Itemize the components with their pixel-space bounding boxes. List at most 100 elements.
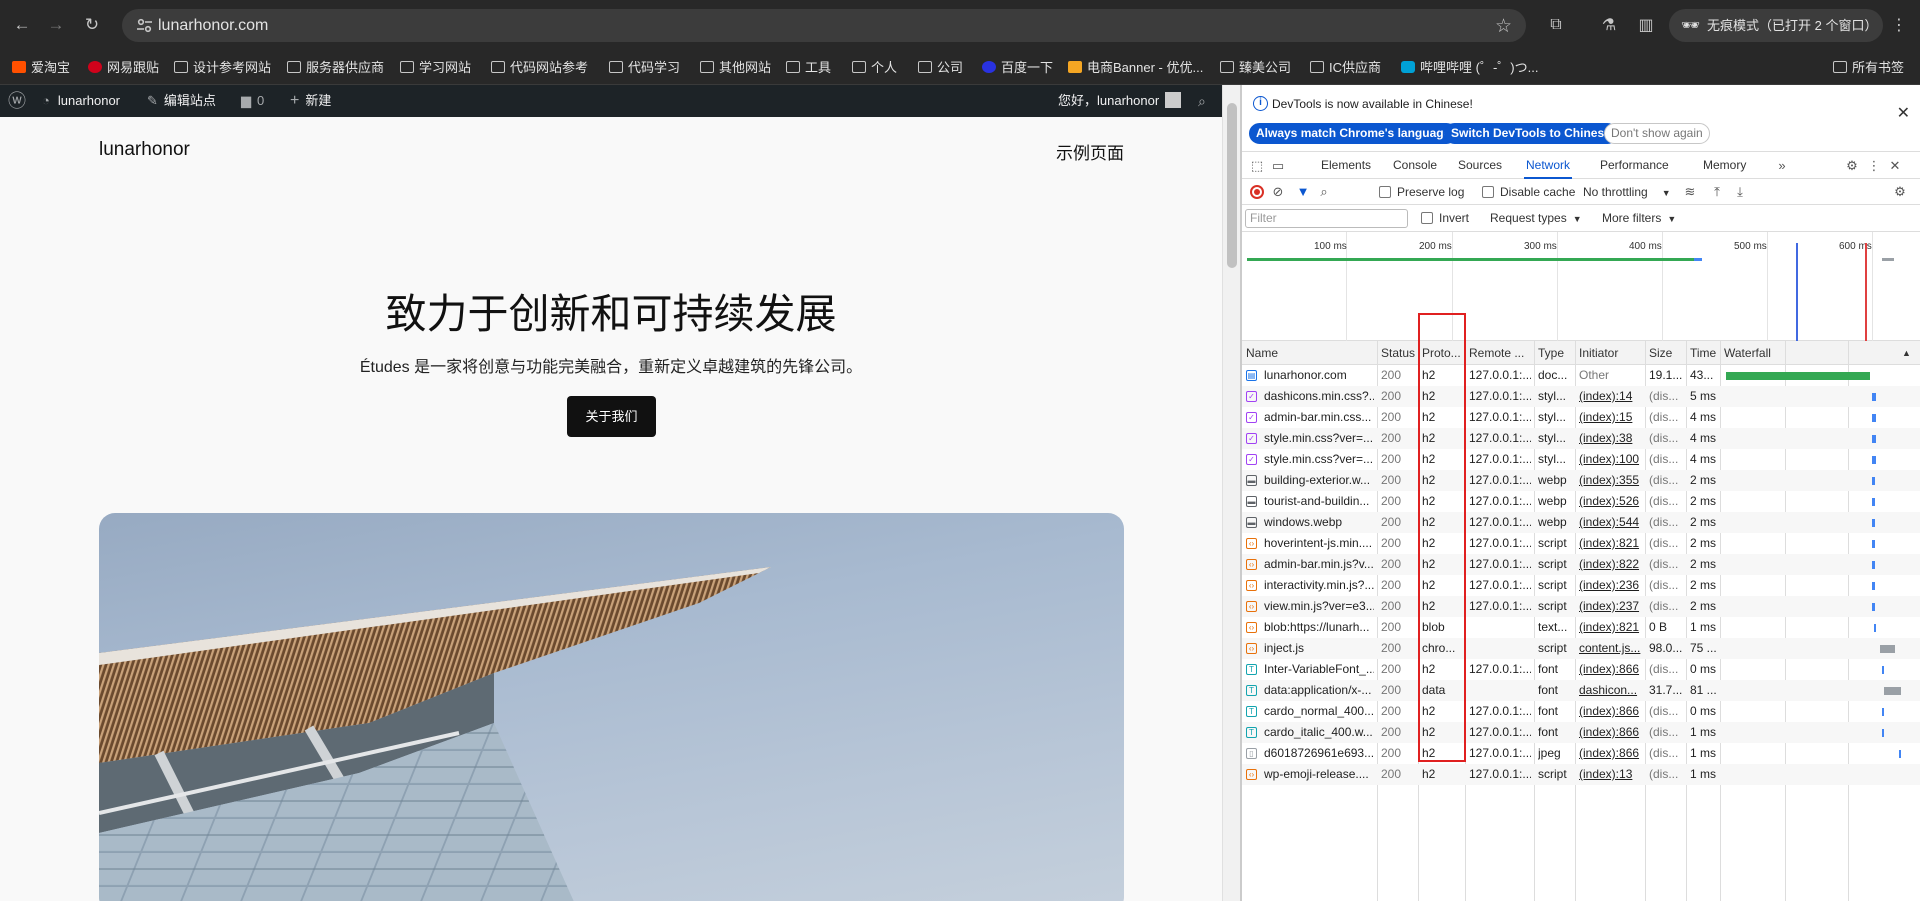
- bookmark-item[interactable]: 网易跟贴: [88, 50, 159, 85]
- request-initiator[interactable]: (index):236: [1579, 575, 1643, 596]
- address-bar[interactable]: lunarhonor.com ☆: [122, 9, 1526, 42]
- search-icon[interactable]: ⌕: [1316, 184, 1332, 200]
- table-row[interactable]: ‹› view.min.js?ver=e3... 200 h2 127.0.0.1:..…: [1242, 596, 1920, 617]
- record-icon[interactable]: [1250, 185, 1264, 199]
- network-settings-icon[interactable]: ⚙: [1892, 184, 1908, 200]
- bookmark-folder[interactable]: 工具: [786, 50, 831, 85]
- request-initiator[interactable]: (index):526: [1579, 491, 1643, 512]
- table-row[interactable]: Tcardo_normal_400.... 200 h2 127.0.0.1:... f…: [1242, 701, 1920, 722]
- browser-menu-icon[interactable]: ⋮: [1888, 14, 1910, 36]
- scrollbar-thumb[interactable]: [1227, 103, 1237, 268]
- invert-checkbox[interactable]: [1421, 212, 1433, 224]
- all-bookmarks[interactable]: 所有书签: [1833, 50, 1904, 85]
- table-row[interactable]: ‹› wp-emoji-release.... 200 h2 127.0.0.1:...…: [1242, 764, 1920, 785]
- request-initiator[interactable]: (index):544: [1579, 512, 1643, 533]
- column-header-status[interactable]: Status: [1381, 341, 1421, 365]
- import-har-icon[interactable]: ⤒: [1709, 184, 1725, 200]
- table-row[interactable]: ‹› admin-bar.min.js?v... 200 h2 127.0.0.1:..…: [1242, 554, 1920, 575]
- request-initiator[interactable]: (index):237: [1579, 596, 1643, 617]
- tab-memory[interactable]: Memory: [1703, 152, 1746, 179]
- column-header-waterfall[interactable]: Waterfall: [1724, 341, 1874, 365]
- request-initiator[interactable]: (index):14: [1579, 386, 1643, 407]
- table-row[interactable]: ▤ lunarhonor.com 200 h2 127.0.0.1:... doc... O…: [1242, 365, 1920, 386]
- bookmark-star-icon[interactable]: ☆: [1495, 15, 1512, 38]
- wordpress-logo-icon[interactable]: ⓦ: [8, 85, 26, 117]
- table-row[interactable]: ✓ style.min.css?ver=... 200 h2 127.0.0.1:...…: [1242, 449, 1920, 470]
- disable-cache-checkbox[interactable]: [1482, 186, 1494, 198]
- settings-icon[interactable]: ⚙: [1844, 158, 1860, 174]
- table-row[interactable]: ‹› hoverintent-js.min.... 200 h2 127.0.0.1:.…: [1242, 533, 1920, 554]
- wp-comments[interactable]: ▆ 0: [241, 85, 264, 117]
- throttling-select[interactable]: No throttling ▼: [1583, 179, 1671, 205]
- request-initiator[interactable]: (index):821: [1579, 533, 1643, 554]
- tab-performance[interactable]: Performance: [1600, 152, 1669, 179]
- request-initiator[interactable]: (index):13: [1579, 764, 1643, 785]
- network-conditions-icon[interactable]: ≋: [1682, 184, 1698, 200]
- request-initiator[interactable]: (index):821: [1579, 617, 1643, 638]
- more-tabs-icon[interactable]: »: [1774, 158, 1790, 174]
- request-initiator[interactable]: dashicon...: [1579, 680, 1643, 701]
- switch-chinese-button[interactable]: Switch DevTools to Chinese: [1444, 123, 1618, 144]
- table-row[interactable]: T Inter-VariableFont_... 200 h2 127.0.0.1:..…: [1242, 659, 1920, 680]
- request-initiator[interactable]: (index):38: [1579, 428, 1643, 449]
- table-row[interactable]: Tcardo_italic_400.w... 200 h2 127.0.0.1:...…: [1242, 722, 1920, 743]
- column-header-remote[interactable]: Remote ...: [1469, 341, 1529, 365]
- request-initiator[interactable]: (index):866: [1579, 659, 1643, 680]
- preserve-log-checkbox[interactable]: [1379, 186, 1391, 198]
- device-toolbar-icon[interactable]: ▭: [1270, 158, 1286, 174]
- wp-site-link[interactable]: ◔ lunarhonor: [42, 85, 120, 117]
- inspect-icon[interactable]: ⬚: [1249, 158, 1265, 174]
- more-filters-dropdown[interactable]: More filters ▼: [1602, 205, 1676, 231]
- reload-icon[interactable]: ↻: [80, 13, 104, 37]
- column-header-initiator[interactable]: Initiator: [1579, 341, 1645, 365]
- incognito-badge[interactable]: 🕶 无痕模式（已打开 2 个窗口）: [1669, 9, 1883, 42]
- close-devtools-icon[interactable]: ✕: [1887, 158, 1903, 174]
- request-initiator[interactable]: (index):866: [1579, 743, 1643, 764]
- dont-show-again-button[interactable]: Don't show again: [1604, 123, 1710, 144]
- column-header-protocol[interactable]: Proto...: [1422, 341, 1462, 365]
- side-panel-icon[interactable]: ▥: [1635, 14, 1657, 36]
- bookmark-folder[interactable]: 公司: [918, 50, 963, 85]
- nav-item-sample-page[interactable]: 示例页面: [1056, 139, 1124, 164]
- request-initiator[interactable]: (index):822: [1579, 554, 1643, 575]
- tab-console[interactable]: Console: [1393, 152, 1437, 179]
- table-row[interactable]: Tdata:application/x-... 200 data font dashic…: [1242, 680, 1920, 701]
- sort-ascending-icon[interactable]: ▲: [1902, 341, 1911, 365]
- table-row[interactable]: ‹› interactivity.min.js?... 200 h2 127.0.0.1…: [1242, 575, 1920, 596]
- bookmark-folder[interactable]: 代码网站参考: [491, 50, 588, 85]
- filter-input[interactable]: Filter: [1245, 209, 1408, 228]
- table-row[interactable]: ▬ building-exterior.w... 200 h2 127.0.0.1:..…: [1242, 470, 1920, 491]
- bookmark-folder[interactable]: 学习网站: [400, 50, 471, 85]
- tab-elements[interactable]: Elements: [1321, 152, 1371, 179]
- page-scrollbar[interactable]: [1222, 85, 1240, 901]
- close-icon[interactable]: ✕: [1897, 103, 1910, 123]
- request-initiator[interactable]: (index):866: [1579, 722, 1643, 743]
- wp-edit-site[interactable]: ✎ 编辑站点: [147, 85, 216, 117]
- table-row[interactable]: ▯ d6018726961e693... 200 h2 127.0.0.1:... jpe…: [1242, 743, 1920, 764]
- column-header-type[interactable]: Type: [1538, 341, 1578, 365]
- request-initiator[interactable]: content.js...: [1579, 638, 1643, 659]
- site-title[interactable]: lunarhonor: [99, 139, 190, 161]
- export-har-icon[interactable]: ⤓: [1732, 184, 1748, 200]
- wp-account[interactable]: 您好，lunarhonor: [1058, 85, 1182, 117]
- bookmark-item[interactable]: 百度一下: [982, 50, 1053, 85]
- bookmark-item[interactable]: 哔哩哔哩 (゜-゜)つ...: [1401, 50, 1538, 85]
- tab-sources[interactable]: Sources: [1458, 152, 1502, 179]
- request-types-dropdown[interactable]: Request types ▼: [1490, 205, 1582, 231]
- bookmark-folder[interactable]: 个人: [852, 50, 897, 85]
- bookmark-folder[interactable]: 其他网站: [700, 50, 771, 85]
- column-header-name[interactable]: Name: [1246, 341, 1351, 365]
- more-options-icon[interactable]: ⋮: [1866, 158, 1882, 174]
- bookmark-folder[interactable]: 臻美公司: [1220, 50, 1291, 85]
- bookmark-item[interactable]: 电商Banner - 优优...: [1068, 50, 1203, 85]
- request-initiator[interactable]: (index):15: [1579, 407, 1643, 428]
- bookmark-folder[interactable]: IC供应商: [1310, 50, 1381, 85]
- table-row[interactable]: ✓ dashicons.min.css?... 200 h2 127.0.0.1:...…: [1242, 386, 1920, 407]
- table-row[interactable]: ▬ tourist-and-buildin... 200 h2 127.0.0.1:..…: [1242, 491, 1920, 512]
- column-header-time[interactable]: Time: [1690, 341, 1720, 365]
- about-us-button[interactable]: 关于我们: [567, 396, 656, 437]
- search-icon[interactable]: ⌕: [1198, 85, 1206, 117]
- extensions-icon[interactable]: ⧉: [1545, 14, 1567, 36]
- request-initiator[interactable]: (index):355: [1579, 470, 1643, 491]
- filter-icon[interactable]: ▼: [1295, 184, 1311, 200]
